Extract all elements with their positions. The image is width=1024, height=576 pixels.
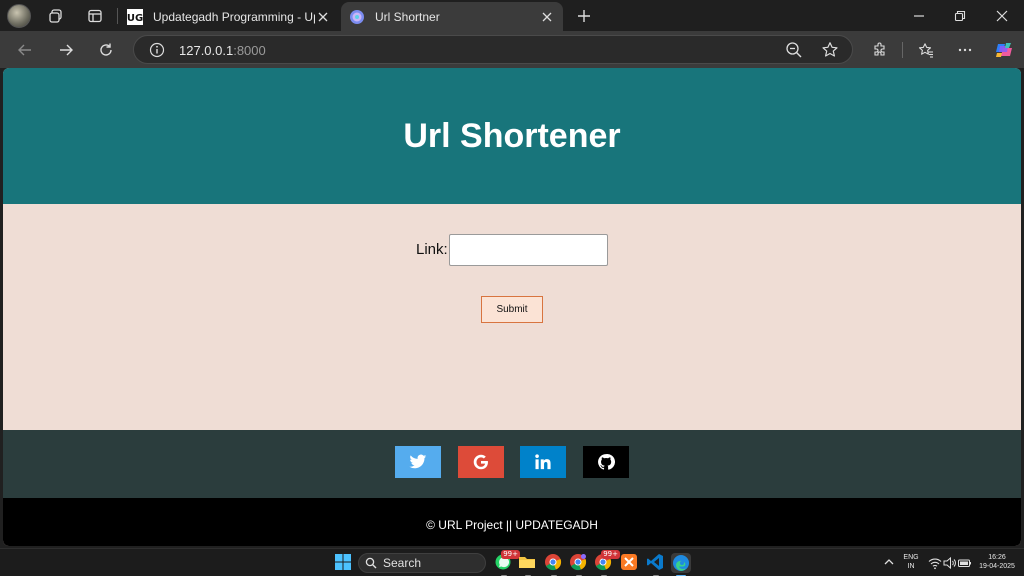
tab-url-shortner[interactable]: Url Shortner (341, 2, 563, 31)
browser-toolbar: 127.0.0.1:8000 (0, 31, 1024, 68)
tab-title: Updategadh Programming - Upd (153, 9, 315, 24)
chrome-profile-icon[interactable] (569, 553, 589, 576)
github-button[interactable] (583, 446, 629, 478)
twitter-button[interactable] (395, 446, 441, 478)
tab-updategadh[interactable]: UG Updategadh Programming - Upd (119, 2, 339, 31)
edge-icon[interactable] (671, 553, 691, 576)
page-footer: © URL Project || UPDATEGADH (3, 498, 1021, 546)
link-input[interactable] (449, 234, 608, 266)
address-bar[interactable]: 127.0.0.1:8000 (133, 35, 853, 64)
social-bar (3, 430, 1021, 498)
browser-tab-strip: UG Updategadh Programming - Upd Url Shor… (0, 0, 1024, 31)
favorite-star-icon[interactable] (821, 41, 839, 59)
chevron-up-icon[interactable] (880, 553, 900, 573)
page-title: Url Shortener (403, 116, 621, 155)
github-icon (598, 454, 615, 470)
search-label: Search (383, 556, 422, 570)
vertical-tabs-icon[interactable] (83, 4, 107, 28)
twitter-icon (409, 454, 427, 469)
toolbar-divider (902, 42, 903, 58)
new-tab-button[interactable] (572, 4, 596, 28)
google-button[interactable] (458, 446, 504, 478)
clock-date: 19-04-2025 (979, 563, 1015, 570)
zoom-out-icon[interactable] (785, 41, 803, 59)
url-host: 127.0.0.1 (179, 43, 234, 58)
file-explorer-icon[interactable] (518, 553, 538, 576)
footer-text: © URL Project || UPDATEGADH (426, 518, 598, 532)
workspaces-icon[interactable] (44, 4, 68, 28)
tab-separator (117, 8, 118, 24)
url-text[interactable]: 127.0.0.1:8000 (179, 43, 266, 58)
minimize-button[interactable] (896, 0, 942, 31)
linkedin-button[interactable] (520, 446, 566, 478)
taskbar-search[interactable]: Search (358, 553, 486, 573)
linkedin-icon (535, 454, 551, 470)
favorites-icon[interactable] (913, 37, 939, 63)
updategadh-favicon: UG (127, 8, 143, 25)
link-label: Link: (416, 241, 448, 258)
extensions-icon[interactable] (867, 37, 893, 63)
google-icon (473, 454, 488, 470)
web-page: Url Shortener Link: Submit © URL Project… (3, 68, 1021, 546)
back-icon[interactable] (12, 37, 38, 63)
refresh-icon[interactable] (93, 37, 119, 63)
more-menu-icon[interactable] (952, 37, 978, 63)
close-icon[interactable] (315, 9, 331, 25)
page-header: Url Shortener (3, 68, 1021, 204)
notification-badge: 99+ (601, 550, 620, 559)
submit-button[interactable]: Submit (481, 296, 543, 323)
url-port: :8000 (233, 43, 266, 58)
edge-copilot-favicon (350, 9, 364, 24)
shorten-form: Link: Submit (3, 204, 1021, 430)
forward-icon[interactable] (53, 37, 79, 63)
profile-avatar[interactable] (7, 4, 31, 28)
input-language[interactable]: ENG IN (899, 553, 923, 571)
whatsapp-icon[interactable]: 99+ (494, 550, 520, 576)
site-info-icon[interactable] (148, 41, 166, 59)
vscode-icon[interactable] (646, 553, 666, 576)
clock-time: 16:26 (988, 554, 1006, 561)
xampp-icon[interactable] (620, 553, 640, 573)
windows-start-icon[interactable] (334, 553, 354, 573)
copilot-icon[interactable] (991, 37, 1017, 63)
svg-text:UG: UG (127, 13, 143, 24)
region-code: IN (907, 563, 915, 570)
clock[interactable]: 16:26 19-04-2025 (972, 553, 1022, 571)
chrome-icon[interactable] (544, 553, 564, 576)
tab-title: Url Shortner (375, 9, 440, 24)
search-icon (365, 557, 377, 569)
restore-button[interactable] (937, 0, 983, 31)
language-code: ENG (903, 554, 919, 561)
close-icon[interactable] (539, 9, 555, 25)
windows-taskbar: Search 99+ 99+ ENG IN 16:26 19-04-2025 (0, 548, 1024, 576)
chrome-profile-2-icon[interactable]: 99+ (594, 550, 620, 576)
close-window-button[interactable] (979, 0, 1024, 31)
